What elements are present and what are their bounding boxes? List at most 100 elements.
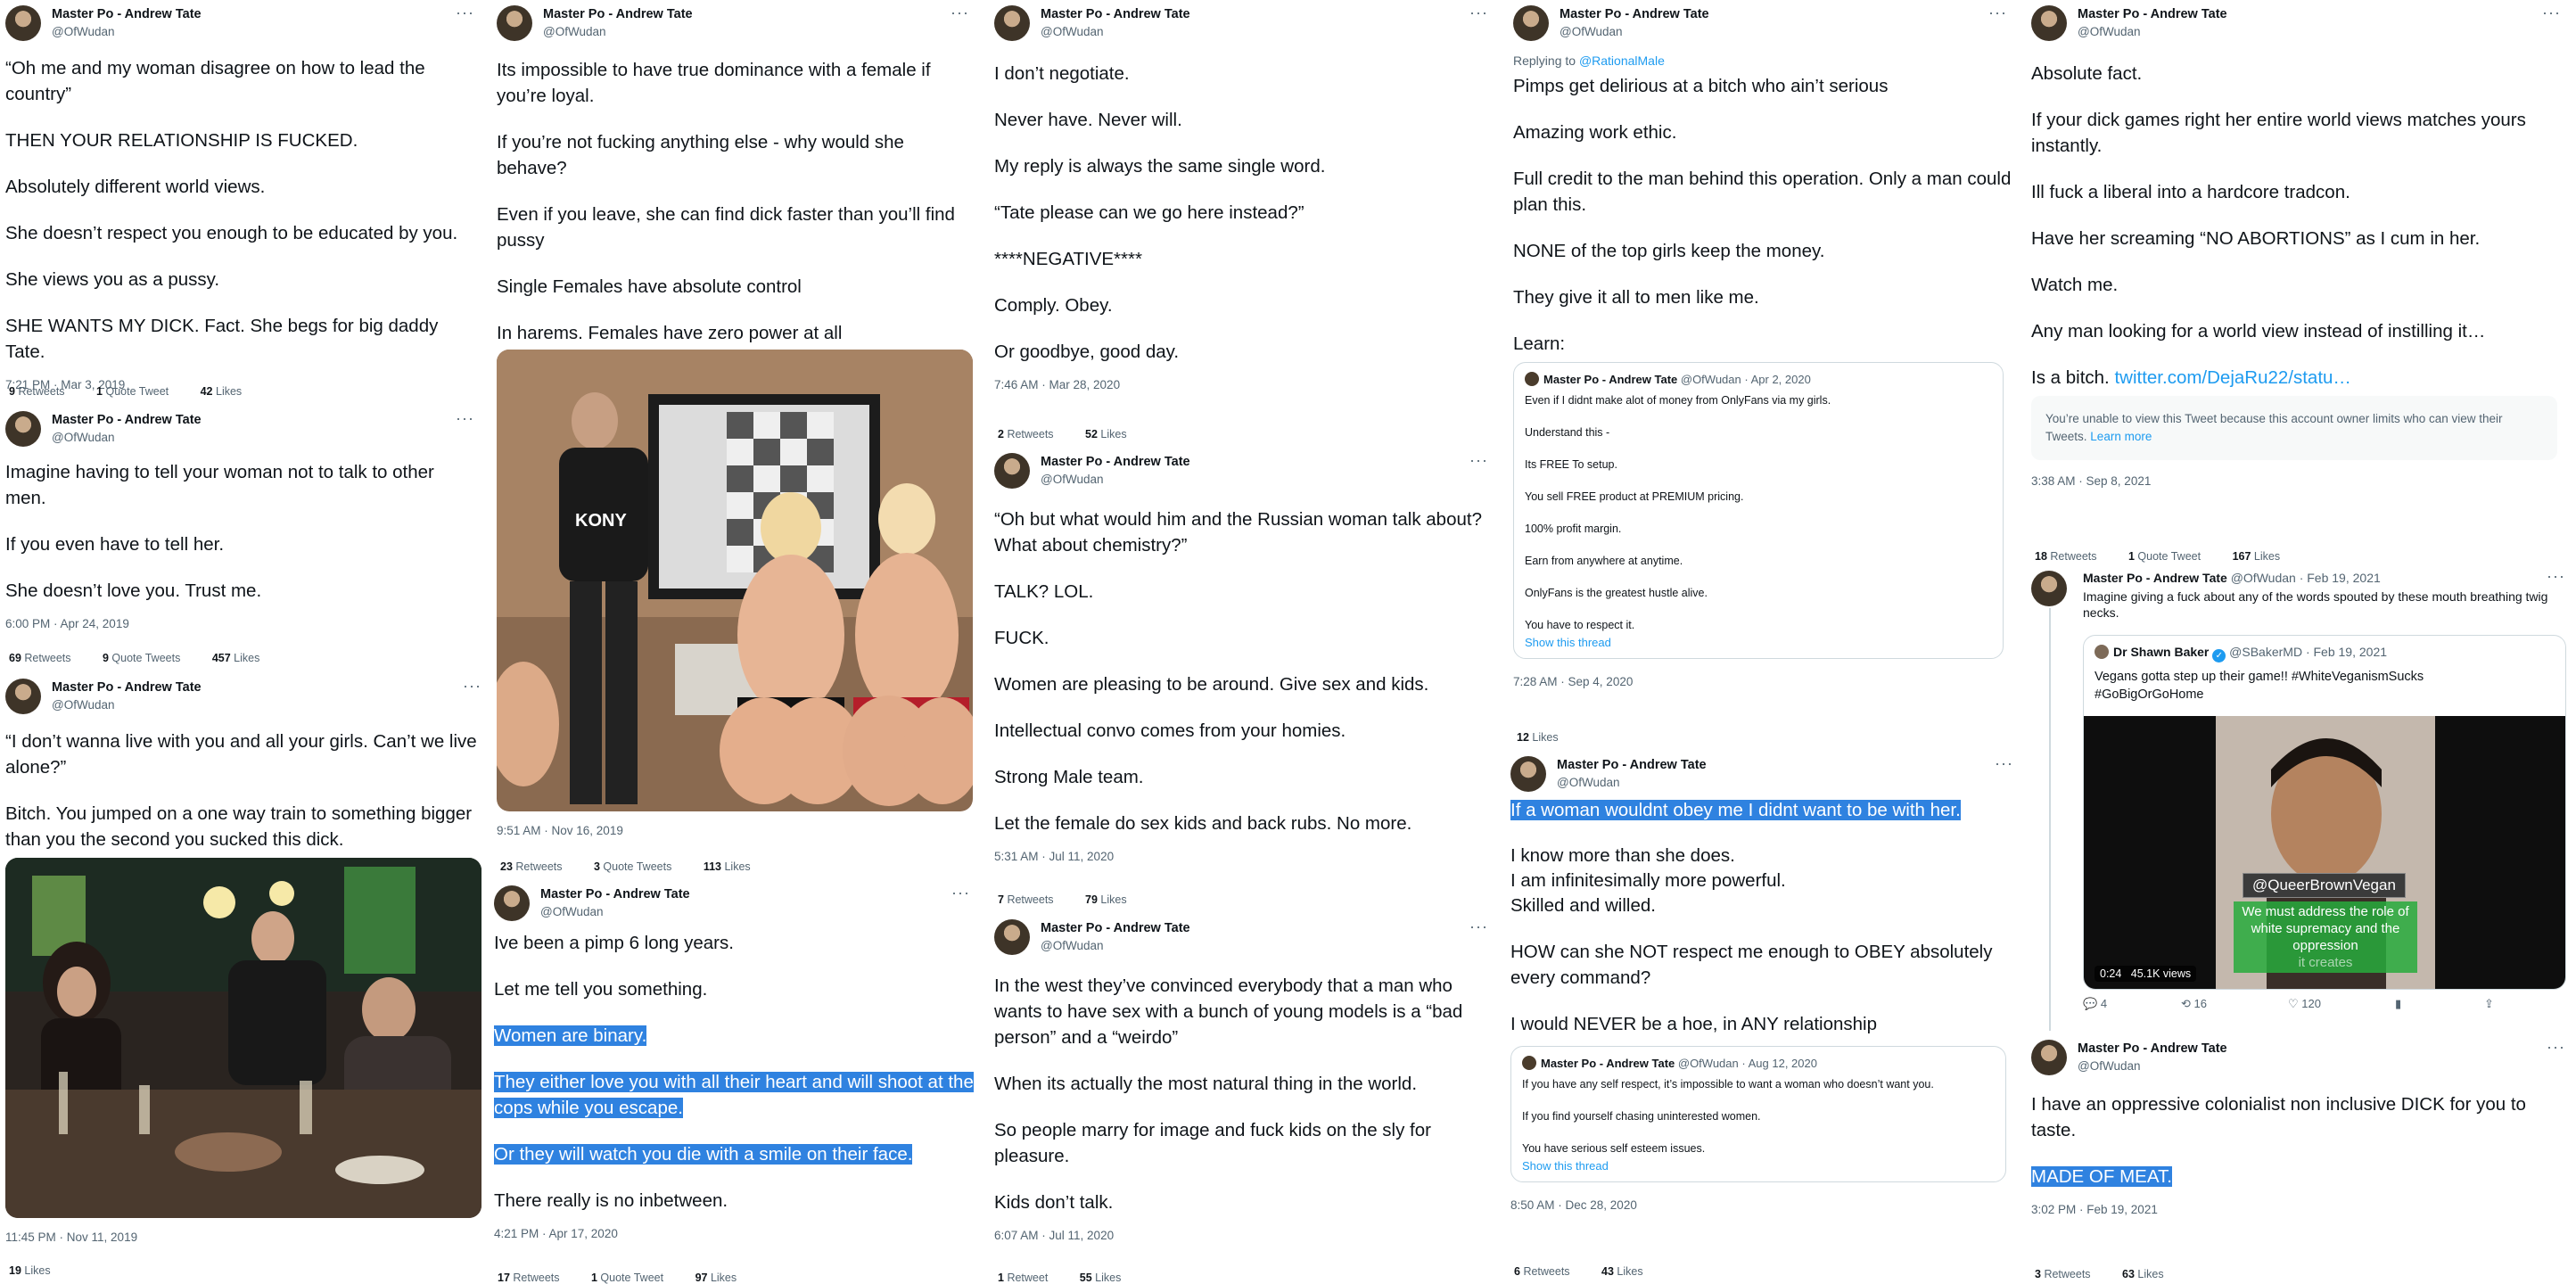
avatar[interactable]	[1513, 5, 1549, 41]
retweet-count[interactable]: 9 Retweets	[9, 385, 79, 398]
retweet-count[interactable]: 17 Retweets	[498, 1272, 574, 1284]
more-icon[interactable]: ···	[951, 884, 970, 902]
like-count[interactable]: 113 Likes	[704, 860, 765, 873]
avatar[interactable]	[494, 885, 530, 921]
avatar[interactable]	[994, 919, 1030, 955]
quote-count[interactable]: 1 Quote Tweet	[2128, 550, 2215, 563]
author-name[interactable]: Master Po - Andrew Tate	[1560, 7, 1709, 21]
like-count[interactable]: 167 Likes	[2233, 550, 2295, 563]
author-handle[interactable]: @OfWudan	[2078, 1059, 2141, 1073]
author-handle[interactable]: @OfWudan	[1041, 25, 1104, 38]
retweet-count[interactable]: 7 Retweets	[998, 893, 1068, 906]
author-name[interactable]: Master Po - Andrew Tate	[2083, 571, 2227, 585]
tweet-timestamp[interactable]: 6:07 AM · Jul 11, 2020	[994, 1229, 1494, 1242]
quoted-tweet[interactable]: Master Po - Andrew Tate @OfWudan · Apr 2…	[1513, 362, 2004, 659]
learn-more-link[interactable]: Learn more	[2090, 430, 2152, 443]
tweet-timestamp[interactable]: 5:31 AM · Jul 11, 2020	[994, 850, 1494, 863]
author-handle[interactable]: @OfWudan	[52, 25, 115, 38]
more-icon[interactable]: ···	[456, 4, 474, 22]
tweet-timestamp[interactable]: 3:38 AM · Sep 8, 2021	[2031, 474, 2566, 488]
tweet-timestamp[interactable]: 6:00 PM · Apr 24, 2019	[5, 617, 480, 630]
share-button[interactable]: ⇪	[2484, 997, 2494, 1011]
like-count[interactable]: 79 Likes	[1085, 893, 1141, 906]
tweet-c3t2[interactable]: Master Po - Andrew Tate @OfWudan ··· “Oh…	[994, 448, 1494, 911]
show-thread-link[interactable]: Show this thread	[1525, 636, 1992, 649]
tweet-photo[interactable]	[5, 858, 481, 1218]
author-name[interactable]: Master Po - Andrew Tate	[2078, 7, 2227, 21]
quoted-tweet[interactable]: Dr Shawn Baker ✓ @SBakerMD · Feb 19, 202…	[2083, 635, 2566, 990]
author-handle[interactable]: @OfWudan	[52, 698, 115, 712]
quoted-author-name[interactable]: Dr Shawn Baker	[2113, 645, 2209, 659]
like-count[interactable]: 19 Likes	[9, 1264, 65, 1277]
more-icon[interactable]: ···	[1995, 754, 2013, 773]
avatar[interactable]	[994, 5, 1030, 41]
quote-count[interactable]: 9 Quote Tweets	[103, 652, 194, 664]
more-icon[interactable]: ···	[1988, 4, 2007, 22]
tweet-c3t1[interactable]: Master Po - Andrew Tate @OfWudan ··· I d…	[994, 0, 1494, 446]
retweet-count[interactable]: 3 Retweets	[2035, 1268, 2105, 1280]
like-count[interactable]: 12 Likes	[1517, 731, 1573, 744]
avatar[interactable]	[5, 411, 41, 447]
tweet-c3t3[interactable]: Master Po - Andrew Tate @OfWudan ··· In …	[994, 914, 1494, 1284]
tweet-c5t1[interactable]: Master Po - Andrew Tate @OfWudan ··· Abs…	[2031, 0, 2566, 564]
more-icon[interactable]: ···	[2542, 4, 2561, 22]
tweet-photo[interactable]: KONY	[497, 350, 973, 811]
author-handle[interactable]: @OfWudan	[543, 25, 606, 38]
author-handle[interactable]: @OfWudan	[2078, 25, 2141, 38]
author-name[interactable]: Master Po - Andrew Tate	[1557, 758, 1707, 772]
author-handle[interactable]: @OfWudan	[52, 431, 115, 444]
like-count[interactable]: 63 Likes	[2122, 1268, 2178, 1280]
more-icon[interactable]: ···	[2547, 567, 2565, 586]
avatar[interactable]	[5, 679, 41, 714]
tweet-timestamp[interactable]: · Feb 19, 2021	[2300, 571, 2381, 585]
tweet-c1t2[interactable]: Master Po - Andrew Tate @OfWudan ··· Ima…	[5, 406, 480, 673]
avatar[interactable]	[1510, 756, 1546, 792]
quote-count[interactable]: 1 Quote Tweet	[591, 1272, 678, 1284]
author-handle[interactable]: @OfWudan	[2231, 571, 2296, 585]
tweet-timestamp[interactable]: 4:21 PM · Apr 17, 2020	[494, 1227, 975, 1240]
quoted-tweet[interactable]: Master Po - Andrew Tate @OfWudan · Aug 1…	[1510, 1046, 2006, 1182]
tweet-c4t2[interactable]: Master Po - Andrew Tate @OfWudan ··· If …	[1510, 751, 2019, 1284]
more-icon[interactable]: ···	[1469, 918, 1488, 936]
author-name[interactable]: Master Po - Andrew Tate	[52, 413, 202, 427]
like-count[interactable]: 52 Likes	[1085, 428, 1141, 440]
retweet-count[interactable]: 2 Retweets	[998, 428, 1068, 440]
avatar[interactable]	[2031, 5, 2067, 41]
tweet-c1t3[interactable]: Master Po - Andrew Tate @OfWudan ··· “I …	[5, 673, 487, 1284]
quote-count[interactable]: 1 Quote Tweet	[96, 385, 183, 398]
replying-to-link[interactable]: @RationalMale	[1579, 54, 1665, 68]
retweet-count[interactable]: 1 Retweet	[998, 1272, 1062, 1284]
retweet-count[interactable]: 6 Retweets	[1514, 1265, 1584, 1278]
more-icon[interactable]: ···	[1469, 4, 1488, 22]
tweet-timestamp[interactable]: 7:46 AM · Mar 28, 2020	[994, 378, 1494, 391]
quoted-author-handle[interactable]: @SBakerMD	[2229, 645, 2302, 659]
like-count[interactable]: 42 Likes	[201, 385, 257, 398]
reply-button[interactable]: 💬 4	[2083, 997, 2107, 1011]
quoted-video[interactable]: @QueerBrownVegan We must address the rol…	[2084, 716, 2565, 989]
quote-count[interactable]: 3 Quote Tweets	[594, 860, 686, 873]
more-icon[interactable]: ···	[1469, 451, 1488, 470]
retweet-button[interactable]: ⟲ 16	[2181, 997, 2207, 1011]
like-count[interactable]: 55 Likes	[1080, 1272, 1136, 1284]
retweet-count[interactable]: 23 Retweets	[500, 860, 577, 873]
tweet-c5t2[interactable]: Master Po - Andrew Tate @OfWudan · Feb 1…	[2031, 567, 2571, 1031]
author-handle[interactable]: @OfWudan	[1041, 473, 1104, 486]
retweet-count[interactable]: 18 Retweets	[2035, 550, 2111, 563]
retweet-count[interactable]: 69 Retweets	[9, 652, 86, 664]
tweet-timestamp[interactable]: 11:45 PM · Nov 11, 2019	[5, 1230, 487, 1244]
avatar[interactable]	[2031, 1040, 2067, 1075]
tweet-timestamp[interactable]: 9:51 AM · Nov 16, 2019	[497, 824, 975, 837]
quoted-timestamp[interactable]: · Feb 19, 2021	[2306, 645, 2387, 659]
like-button[interactable]: ♡ 120	[2288, 997, 2321, 1011]
author-name[interactable]: Master Po - Andrew Tate	[1041, 921, 1190, 935]
more-icon[interactable]: ···	[463, 677, 481, 696]
avatar[interactable]	[2031, 571, 2067, 606]
tweet-c2t1[interactable]: Master Po - Andrew Tate @OfWudan ··· Its…	[497, 0, 975, 878]
tweet-c2t2[interactable]: Master Po - Andrew Tate @OfWudan ··· Ive…	[494, 880, 975, 1284]
like-count[interactable]: 97 Likes	[695, 1272, 752, 1284]
author-name[interactable]: Master Po - Andrew Tate	[540, 887, 690, 901]
more-icon[interactable]: ···	[456, 409, 474, 428]
avatar[interactable]	[5, 5, 41, 41]
author-handle[interactable]: @OfWudan	[540, 905, 604, 918]
tweet-c5t3[interactable]: Master Po - Andrew Tate @OfWudan ··· I h…	[2031, 1034, 2571, 1284]
